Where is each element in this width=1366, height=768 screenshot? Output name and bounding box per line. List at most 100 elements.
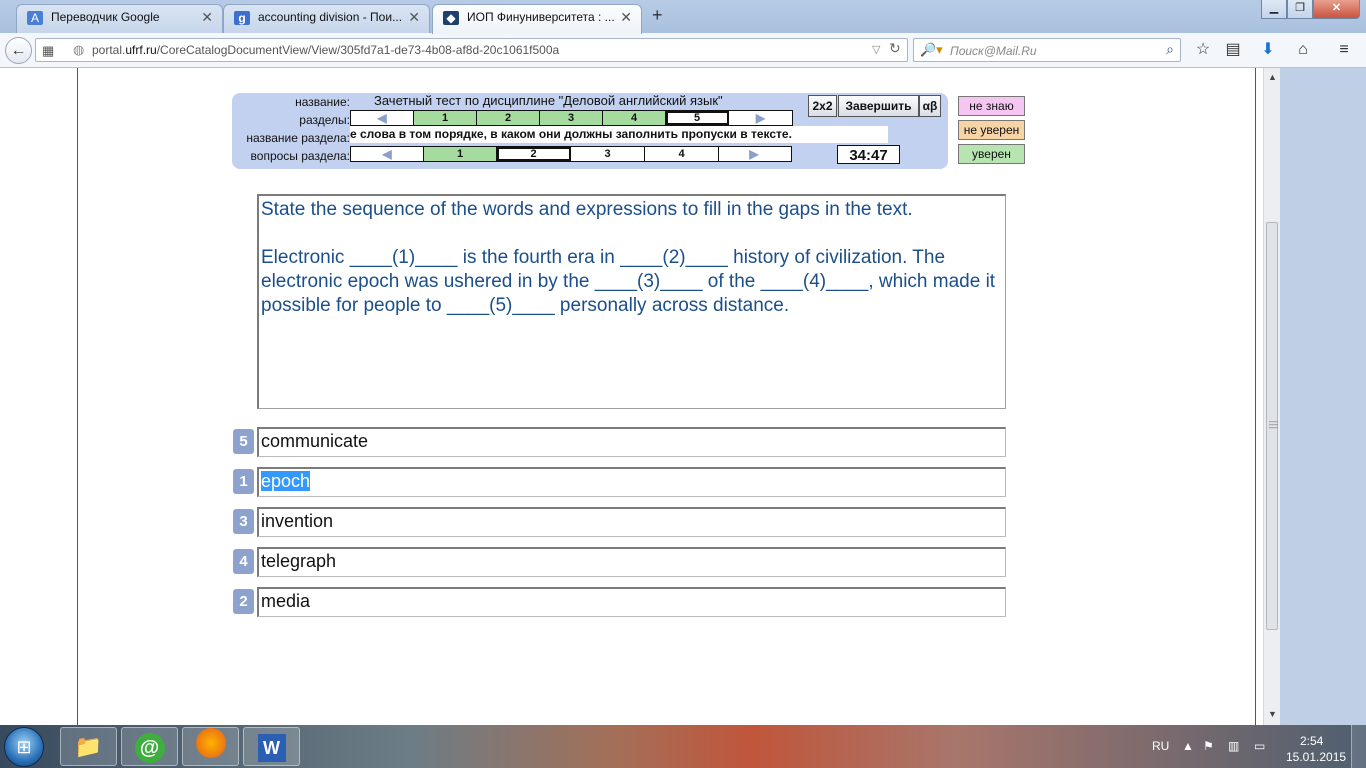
clock-time[interactable]: 2:54 bbox=[1300, 734, 1323, 748]
scroll-down-icon[interactable]: ▼ bbox=[1268, 709, 1277, 719]
bookmarks-list-icon[interactable]: ▤ bbox=[1222, 39, 1244, 61]
page-right-border bbox=[1255, 68, 1263, 725]
answer-row[interactable]: 5 communicate bbox=[233, 427, 1006, 457]
vertical-scrollbar[interactable]: ▲ ― ― ― ▼ bbox=[1263, 68, 1280, 725]
page-viewport: название: Зачетный тест по дисциплине "Д… bbox=[0, 68, 1280, 725]
questions-prev-button[interactable]: ◀ bbox=[351, 147, 424, 161]
tab-label: accounting division - Пои... bbox=[258, 10, 403, 24]
title-label: название: bbox=[295, 95, 350, 109]
question-tab-3[interactable]: 3 bbox=[571, 147, 645, 161]
selected-text[interactable]: epoch bbox=[261, 471, 311, 491]
section-name-label: название раздела: bbox=[246, 131, 350, 145]
section-tab-4[interactable]: 4 bbox=[603, 111, 666, 125]
answer-item[interactable]: telegraph bbox=[257, 547, 1006, 577]
not-sure-button[interactable]: не уверен bbox=[958, 120, 1025, 140]
dont-know-button[interactable]: не знаю bbox=[958, 96, 1025, 116]
close-icon[interactable]: ✕ bbox=[620, 5, 632, 29]
search-placeholder: Поиск@Mail.Ru bbox=[950, 44, 1037, 58]
network-icon[interactable]: ▥ bbox=[1228, 739, 1239, 753]
windows-taskbar: ⊞ 📁 @ W RU ▲ ⚑ ▥ ▭ 2:54 15.01.2015 bbox=[0, 725, 1366, 768]
section-tab-5[interactable]: 5 bbox=[666, 111, 729, 125]
finish-button[interactable]: Завершить bbox=[838, 95, 919, 117]
tab-accounting-search[interactable]: g accounting division - Пои... ✕ bbox=[223, 4, 430, 33]
start-button[interactable]: ⊞ bbox=[4, 727, 44, 767]
tab-google-translate[interactable]: A Переводчик Google ✕ bbox=[16, 4, 223, 33]
fifty-fifty-button[interactable]: 2x2 bbox=[808, 95, 837, 117]
download-icon[interactable]: ⬇ bbox=[1257, 39, 1279, 61]
search-engine-icon[interactable]: 🔎▾ bbox=[920, 42, 943, 58]
alphabet-button[interactable]: αβ bbox=[919, 95, 941, 117]
url-text: portal.ufrf.ru/CoreCatalogDocumentView/V… bbox=[92, 43, 560, 57]
sections-next-button[interactable]: ▶ bbox=[729, 111, 792, 125]
test-header-panel: название: Зачетный тест по дисциплине "Д… bbox=[232, 93, 948, 169]
show-hidden-icons[interactable]: ▲ bbox=[1182, 739, 1194, 753]
scroll-thumb[interactable]: ― ― ― bbox=[1266, 222, 1278, 630]
navigation-bar: ← ▦ ◍ portal.ufrf.ru/CoreCatalogDocument… bbox=[0, 33, 1366, 68]
section-tab-1[interactable]: 1 bbox=[414, 111, 477, 125]
answer-item[interactable]: epoch bbox=[257, 467, 1006, 497]
search-icon[interactable]: ⌕ bbox=[1166, 41, 1174, 58]
answer-item[interactable]: communicate bbox=[257, 427, 1006, 457]
url-bar[interactable]: ▦ ◍ portal.ufrf.ru/CoreCatalogDocumentVi… bbox=[35, 38, 908, 62]
tab-label: ИОП Финуниверситета : ... bbox=[467, 10, 615, 24]
order-badge: 3 bbox=[233, 509, 254, 534]
sections-nav: ◀ 1 2 3 4 5 ▶ bbox=[350, 110, 793, 126]
url-dropdown-icon[interactable]: ▽ bbox=[872, 43, 880, 56]
apps-grid-icon[interactable]: ▦ bbox=[42, 43, 54, 59]
bookmark-star-icon[interactable]: ☆ bbox=[1192, 39, 1214, 61]
question-tab-2[interactable]: 2 bbox=[497, 147, 571, 161]
question-box: State the sequence of the words and expr… bbox=[257, 194, 1006, 409]
answer-row[interactable]: 1 epoch bbox=[233, 467, 1006, 497]
question-text: Electronic ____(1)____ is the fourth era… bbox=[261, 247, 996, 316]
language-indicator[interactable]: RU bbox=[1152, 739, 1169, 753]
order-badge: 5 bbox=[233, 429, 254, 454]
order-badge: 1 bbox=[233, 469, 254, 494]
answer-item[interactable]: invention bbox=[257, 507, 1006, 537]
home-icon[interactable]: ⌂ bbox=[1292, 39, 1314, 61]
tab-iop-finuniversity[interactable]: ◆ ИОП Финуниверситета : ... ✕ bbox=[432, 4, 642, 34]
questions-next-button[interactable]: ▶ bbox=[719, 147, 789, 161]
mail-agent-icon[interactable]: @ bbox=[121, 727, 178, 766]
file-explorer-icon[interactable]: 📁 bbox=[60, 727, 117, 766]
minimize-button[interactable]: ▁ bbox=[1261, 0, 1287, 19]
question-tab-1[interactable]: 1 bbox=[424, 147, 497, 161]
word-icon[interactable]: W bbox=[243, 727, 300, 766]
action-center-icon[interactable]: ⚑ bbox=[1203, 739, 1214, 753]
maximize-button[interactable]: ❐ bbox=[1287, 0, 1313, 19]
menu-icon[interactable]: ≡ bbox=[1333, 39, 1355, 61]
question-tab-4[interactable]: 4 bbox=[645, 147, 719, 161]
test-title: Зачетный тест по дисциплине "Деловой анг… bbox=[374, 93, 723, 108]
questions-label: вопросы раздела: bbox=[250, 149, 350, 163]
answer-row[interactable]: 3 invention bbox=[233, 507, 1006, 537]
tab-label: Переводчик Google bbox=[51, 10, 160, 24]
close-icon[interactable]: ✕ bbox=[201, 5, 213, 29]
show-desktop-button[interactable] bbox=[1351, 725, 1366, 768]
timer: 34:47 bbox=[837, 145, 900, 164]
close-icon[interactable]: ✕ bbox=[408, 5, 420, 29]
scroll-up-icon[interactable]: ▲ bbox=[1268, 72, 1277, 82]
question-instruction: State the sequence of the words and expr… bbox=[261, 199, 913, 220]
answer-row[interactable]: 4 telegraph bbox=[233, 547, 1006, 577]
clock-date[interactable]: 15.01.2015 bbox=[1286, 750, 1346, 764]
window-close-button[interactable]: ✕ bbox=[1313, 0, 1360, 19]
volume-icon[interactable]: ▭ bbox=[1254, 739, 1265, 753]
sections-label: разделы: bbox=[299, 113, 350, 127]
sections-prev-button[interactable]: ◀ bbox=[351, 111, 414, 125]
sure-button[interactable]: уверен bbox=[958, 144, 1025, 164]
test-page: название: Зачетный тест по дисциплине "Д… bbox=[232, 68, 1030, 725]
globe-icon: ◍ bbox=[73, 42, 85, 57]
reload-icon[interactable]: ↻ bbox=[889, 40, 901, 57]
order-badge: 4 bbox=[233, 549, 254, 574]
answer-item[interactable]: media bbox=[257, 587, 1006, 617]
google-search-icon: g bbox=[234, 11, 250, 25]
page-left-border bbox=[0, 68, 78, 725]
order-badge: 2 bbox=[233, 589, 254, 614]
new-tab-button[interactable]: + bbox=[652, 5, 663, 26]
section-tab-2[interactable]: 2 bbox=[477, 111, 540, 125]
back-button[interactable]: ← bbox=[5, 37, 32, 64]
questions-nav: ◀ 1 2 3 4 ▶ bbox=[350, 146, 792, 162]
answer-row[interactable]: 2 media bbox=[233, 587, 1006, 617]
section-tab-3[interactable]: 3 bbox=[540, 111, 603, 125]
search-bar[interactable]: 🔎▾ Поиск@Mail.Ru ⌕ bbox=[913, 38, 1181, 62]
firefox-icon[interactable] bbox=[182, 727, 239, 766]
